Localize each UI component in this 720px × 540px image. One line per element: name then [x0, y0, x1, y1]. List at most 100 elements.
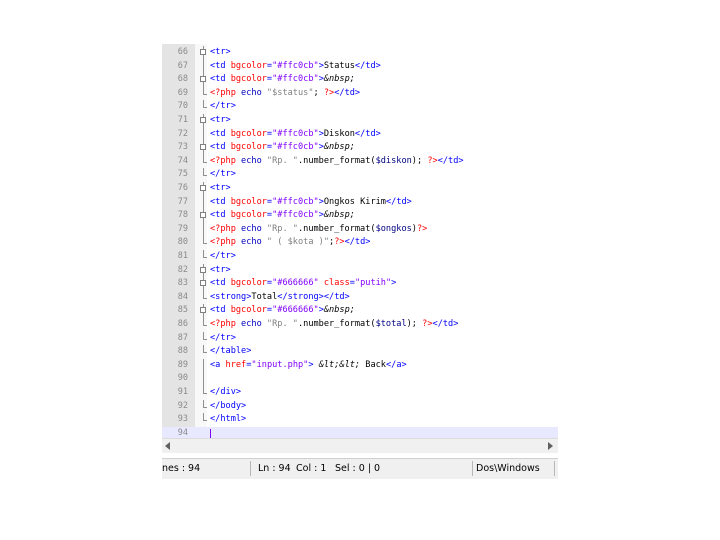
code-line[interactable]: 91 </div> [162, 386, 558, 400]
fold-toggle-icon[interactable] [200, 49, 206, 55]
status-separator [472, 461, 473, 476]
code-line[interactable]: 89 <a href="input.php"> &lt;&lt; Back</a> [162, 358, 558, 373]
scroll-left-arrow-icon[interactable] [165, 442, 170, 450]
fold-toggle-icon[interactable] [200, 280, 206, 287]
code-token: <?php [210, 87, 242, 98]
code-line[interactable]: 94 [162, 426, 558, 438]
fold-tree-line [203, 195, 204, 210]
code-token: </td> [344, 237, 371, 248]
status-separator [250, 461, 251, 476]
code-token: href [225, 359, 247, 370]
fold-toggle-icon[interactable] [200, 307, 206, 314]
fold-tree-line [203, 318, 204, 325]
code-token: <a [210, 359, 226, 370]
line-number: 72 [177, 128, 188, 139]
code-token: &nbsp; [323, 210, 355, 221]
code-line[interactable]: 75 </tr> [162, 168, 558, 182]
fold-end-marker [203, 93, 207, 95]
code-token: </a> [385, 359, 407, 370]
code-line[interactable]: 66 <tr> [162, 46, 558, 60]
fold-toggle-icon[interactable] [200, 76, 206, 83]
code-token: Status [323, 60, 355, 71]
line-number: 67 [177, 60, 188, 71]
scroll-right-arrow-icon[interactable] [548, 442, 553, 450]
code-line[interactable]: 76 <tr> [162, 182, 558, 196]
code-token: ); [406, 319, 423, 329]
code-line[interactable]: 73 <td bgcolor="#ffc0cb">&nbsp; [162, 141, 558, 155]
code-line[interactable]: 74 <?php echo "Rp. ".number_format($disko… [162, 154, 558, 169]
code-line[interactable]: 72 <td bgcolor="#ffc0cb">Diskon</td> [162, 127, 558, 142]
code-token: > [308, 359, 319, 370]
code-token: <td [210, 196, 231, 207]
fold-end-marker [203, 107, 207, 109]
code-line[interactable]: 90 [162, 372, 558, 386]
code-text: </tr> [210, 100, 236, 114]
code-token: <td [210, 210, 231, 221]
code-token: "Rp. " [266, 319, 298, 329]
code-token: <td [210, 142, 231, 153]
fold-toggle-icon[interactable] [200, 185, 206, 191]
code-line[interactable]: 86 <?php echo "Rp. ".number_format($total… [162, 318, 558, 332]
code-line[interactable]: 68 <td bgcolor="#ffc0cb">&nbsp; [162, 73, 558, 87]
code-editor[interactable]: 66 <tr> 67 <td bgcolor="#ffc0cb">Status</td… [162, 44, 558, 438]
code-token: Ongkos Kirim [323, 196, 386, 207]
fold-end-marker [203, 257, 207, 258]
code-token: ?> [323, 87, 335, 98]
code-token: bgcolor [230, 142, 267, 153]
line-number: 87 [177, 332, 188, 343]
fold-toggle-icon[interactable] [200, 212, 206, 219]
line-number: 91 [177, 387, 188, 397]
code-token: </table> [210, 346, 252, 357]
code-line[interactable]: 82 <tr> [162, 263, 558, 278]
code-line[interactable]: 81 </tr> [162, 250, 558, 264]
fold-tree-line [203, 168, 204, 176]
code-line[interactable]: 67 <td bgcolor="#ffc0cb">Status</td> [162, 59, 558, 74]
code-line[interactable]: 71 <tr> [162, 114, 558, 128]
fold-toggle-icon[interactable] [200, 266, 206, 273]
fold-tree-line [203, 236, 204, 244]
code-text: </tr> [210, 250, 236, 264]
code-token: &nbsp; [323, 305, 355, 316]
code-text: <?php echo " ( $kota )";?></td> [210, 236, 370, 250]
code-token: &nbsp; [323, 74, 355, 85]
code-line[interactable]: 79 <?php echo "Rp. ".number_format($ongko… [162, 222, 558, 237]
code-line[interactable]: 83 <td bgcolor="#666666" class="putih"> [162, 277, 558, 291]
fold-tree-line [203, 154, 204, 162]
code-token: </td> [334, 87, 361, 98]
code-token: Back [360, 359, 386, 370]
code-token: "#ffc0cb" [272, 60, 319, 71]
code-token: " ( $kota )" [266, 237, 330, 248]
code-line[interactable]: 93 </html> [162, 413, 558, 427]
code-token: Diskon [323, 128, 355, 139]
fold-end-marker [203, 175, 207, 177]
code-text: <?php echo "Rp. ".number_format($total);… [210, 318, 458, 332]
fold-end-marker [203, 393, 207, 394]
code-line[interactable]: 84 <strong>Total</strong></td> [162, 290, 558, 305]
code-token: "putih" [354, 278, 392, 289]
code-text: <td bgcolor="#666666" class="putih"> [210, 277, 396, 291]
code-token: <tr> [210, 115, 231, 125]
fold-tree-line [203, 86, 204, 94]
horizontal-scrollbar[interactable] [162, 438, 558, 453]
code-line[interactable]: 77 <td bgcolor="#ffc0cb">Ongkos Kirim</td… [162, 195, 558, 210]
status-eol-format: Dos\Windows [476, 463, 540, 474]
code-token: "$status" [266, 87, 314, 98]
code-line[interactable]: 69 <?php echo "$status"; ?></td> [162, 86, 558, 101]
code-line[interactable]: 70 </tr> [162, 100, 558, 114]
fold-end-marker [203, 406, 207, 408]
code-line[interactable]: 87 </tr> [162, 331, 558, 346]
code-line[interactable]: 78 <td bgcolor="#ffc0cb">&nbsp; [162, 209, 558, 223]
fold-toggle-icon[interactable] [200, 144, 206, 151]
code-line[interactable]: 92 </body> [162, 399, 558, 414]
fold-toggle-icon[interactable] [200, 117, 206, 123]
code-token: <strong> [210, 291, 252, 302]
code-token: bgcolor [230, 60, 267, 71]
code-line[interactable]: 80 <?php echo " ( $kota )";?></td> [162, 236, 558, 250]
code-line[interactable]: 88 </table> [162, 345, 558, 359]
code-token: bgcolor [230, 196, 267, 207]
line-number: 88 [177, 346, 188, 357]
fold-end-marker [203, 161, 207, 163]
fold-tree-line [203, 331, 204, 339]
code-token: bgcolor [230, 74, 267, 85]
code-line[interactable]: 85 <td bgcolor="#666666">&nbsp; [162, 304, 558, 318]
